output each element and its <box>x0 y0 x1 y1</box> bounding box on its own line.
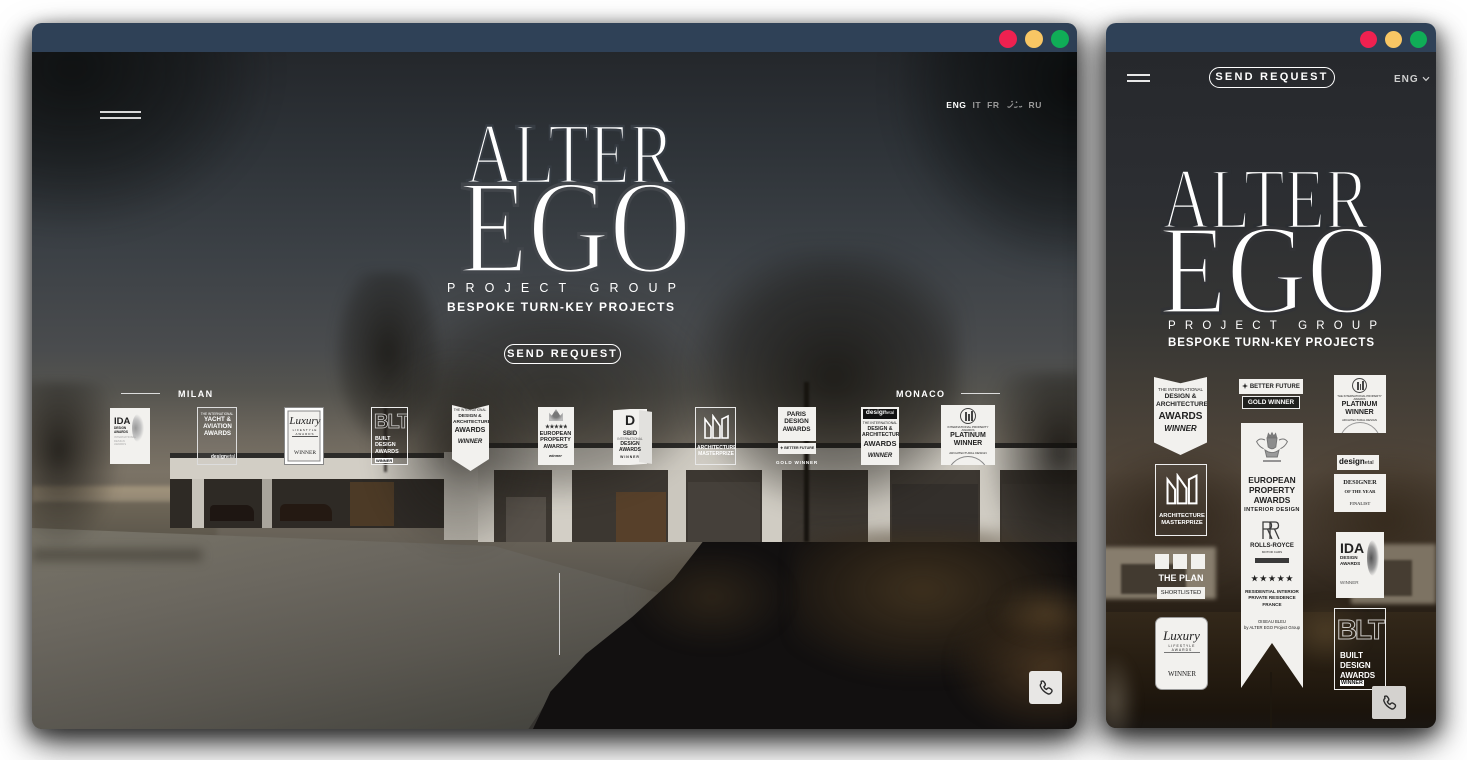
svg-text:BESPOKE TURN-KEY PROJECTS: BESPOKE TURN-KEY PROJECTS <box>447 300 674 314</box>
svg-text:PROJECT GROUP: PROJECT GROUP <box>447 281 676 295</box>
svg-text:BESPOKE TURN-KEY PROJECTS: BESPOKE TURN-KEY PROJECTS <box>1168 337 1374 349</box>
svg-text:PROJECT GROUP: PROJECT GROUP <box>1168 320 1377 332</box>
